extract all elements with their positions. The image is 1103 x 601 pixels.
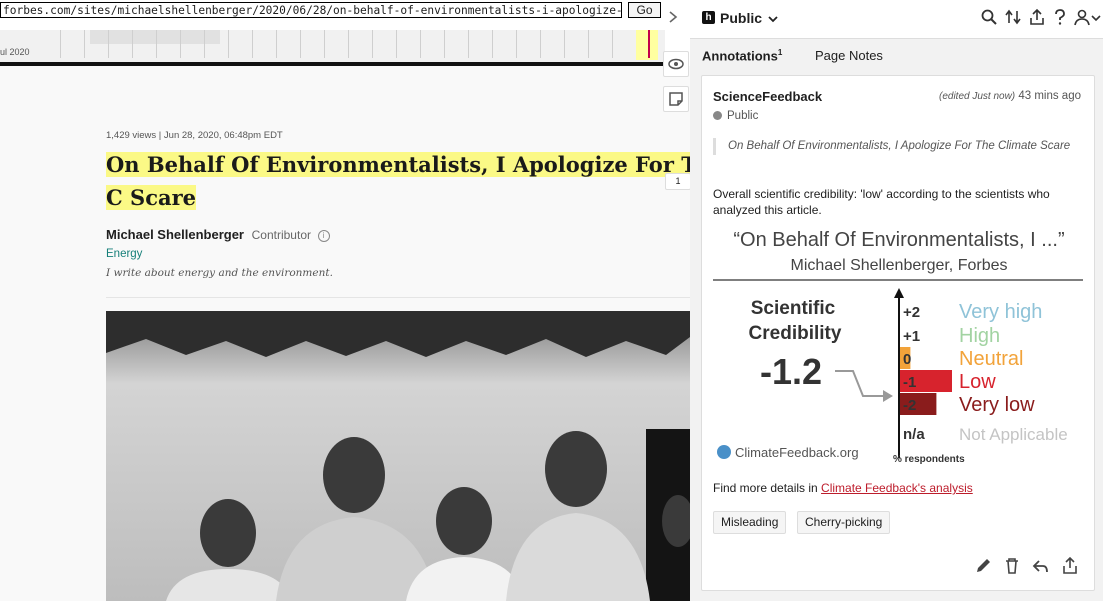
group-selector-label[interactable]: Public	[720, 10, 762, 26]
sidebar-topbar: h Public	[690, 0, 1103, 39]
scale-value-1: +1	[903, 328, 920, 345]
address-bar: forbes.com/sites/michaelshellenberger/20…	[0, 0, 665, 22]
scale-label-5: Not Applicable	[959, 425, 1068, 444]
scale-value-3: -1	[903, 374, 916, 391]
eye-icon	[668, 58, 684, 70]
tag-misleading[interactable]: Misleading	[713, 511, 787, 534]
sort-icon[interactable]	[1004, 8, 1022, 26]
annotation-quote: On Behalf Of Environmentalists, I Apolog…	[713, 138, 1078, 155]
annotation-body: Overall scientific credibility: 'low' ac…	[713, 187, 1050, 217]
climate-feedback-analysis-link[interactable]: Climate Feedback's analysis	[821, 481, 973, 495]
sidebar-toggle-strip	[662, 0, 690, 40]
sidebar-tabs: Annotations1 Page Notes	[690, 39, 1103, 73]
new-page-note-button[interactable]	[663, 86, 689, 112]
score-pointer-arrowhead	[883, 390, 893, 402]
globe-icon	[713, 111, 722, 120]
credibility-label-line1: Scientific	[751, 298, 836, 319]
tab-annotations[interactable]: Annotations1	[702, 48, 782, 63]
timeline-date-label: ul 2020	[0, 47, 30, 57]
credibility-rating-graphic: “On Behalf Of Environmentalists, I ...” …	[713, 229, 1083, 465]
axis-label: % respondents	[893, 454, 965, 465]
climatefeedback-logo-icon	[717, 445, 731, 459]
user-menu-chevron-icon[interactable]	[1090, 8, 1102, 26]
score-pointer-arrow	[835, 370, 885, 397]
annotation-timestamp[interactable]: (edited Just now) 43 mins ago	[939, 90, 1081, 102]
info-icon[interactable]: i	[317, 230, 330, 242]
article-meta: 1,429 views | Jun 28, 2020, 06:48pm EDT	[106, 130, 283, 141]
edit-pencil-icon[interactable]	[973, 556, 993, 576]
timeline-current-month[interactable]	[636, 30, 658, 60]
scale-value-4: -2	[903, 397, 916, 414]
scale-label-1: High	[959, 325, 1000, 347]
scale-label-0: Very high	[959, 301, 1042, 323]
timeline-capture-marker[interactable]	[648, 30, 650, 58]
help-icon[interactable]	[1051, 8, 1069, 26]
graphic-subtitle: Michael Shellenberger, Forbes	[790, 257, 1007, 274]
search-icon[interactable]	[980, 8, 998, 26]
url-input[interactable]: forbes.com/sites/michaelshellenberger/20…	[0, 2, 622, 18]
timeline-background-logo	[90, 30, 220, 44]
graphic-title: “On Behalf Of Environmentalists, I ...”	[733, 229, 1064, 251]
credibility-score: -1.2	[760, 351, 822, 392]
share-icon[interactable]	[1028, 8, 1046, 26]
hypothesis-logo[interactable]: h	[702, 11, 715, 24]
chevron-down-icon[interactable]	[768, 14, 778, 24]
scale-value-0: +2	[903, 304, 920, 321]
highlighted-title[interactable]: On Behalf Of Environmentalists, I Apolog…	[106, 152, 690, 210]
climatefeedback-brand: ClimateFeedback.org	[735, 445, 859, 460]
author-line: Michael Shellenberger Contributor i	[106, 227, 330, 242]
scale-value-2: 0	[903, 351, 911, 368]
annotation-sidebar: h Public Annotations1 Page Notes Science…	[690, 0, 1103, 601]
scale-label-3: Low	[959, 371, 996, 393]
user-icon[interactable]	[1073, 8, 1091, 26]
annotation-username[interactable]: ScienceFeedback	[713, 89, 822, 104]
axis-arrowhead	[894, 288, 904, 298]
scale-label-2: Neutral	[959, 348, 1023, 370]
wayback-timeline[interactable]: ul 2020	[0, 30, 665, 62]
hero-photo	[106, 311, 690, 601]
annotation-privacy: Public	[713, 110, 758, 122]
credibility-label-line2: Credibility	[749, 323, 842, 344]
author-name[interactable]: Michael Shellenberger	[106, 227, 244, 242]
author-bio: I write about energy and the environment…	[106, 267, 333, 279]
author-role: Contributor	[251, 228, 311, 242]
reply-icon[interactable]	[1031, 556, 1051, 576]
annotation-count-bubble[interactable]: 1	[665, 173, 691, 190]
divider	[106, 297, 690, 298]
tag-cherry-picking[interactable]: Cherry-picking	[797, 511, 891, 534]
credibility-scale: +2 Very high +1 High 0 Neutral -1 Low -2 Very low…	[900, 301, 1068, 444]
article-title[interactable]: On Behalf Of Environmentalists, I Apolog…	[106, 148, 690, 214]
highlights-visibility-button[interactable]	[663, 51, 689, 77]
note-icon	[669, 92, 683, 106]
go-button[interactable]: Go	[628, 2, 661, 18]
annotation-details: Find more details in Climate Feedback's …	[713, 481, 973, 495]
scale-value-5: n/a	[903, 426, 925, 443]
scale-label-4: Very low	[959, 394, 1035, 416]
tab-page-notes[interactable]: Page Notes	[815, 48, 883, 63]
author-topic-link[interactable]: Energy	[106, 248, 142, 260]
annotation-card[interactable]: ScienceFeedback (edited Just now) 43 min…	[701, 75, 1095, 591]
article-page: 1,429 views | Jun 28, 2020, 06:48pm EDT …	[0, 66, 690, 601]
share-annotation-icon[interactable]	[1060, 556, 1080, 576]
delete-trash-icon[interactable]	[1002, 556, 1022, 576]
collapse-sidebar-icon[interactable]	[667, 10, 679, 24]
